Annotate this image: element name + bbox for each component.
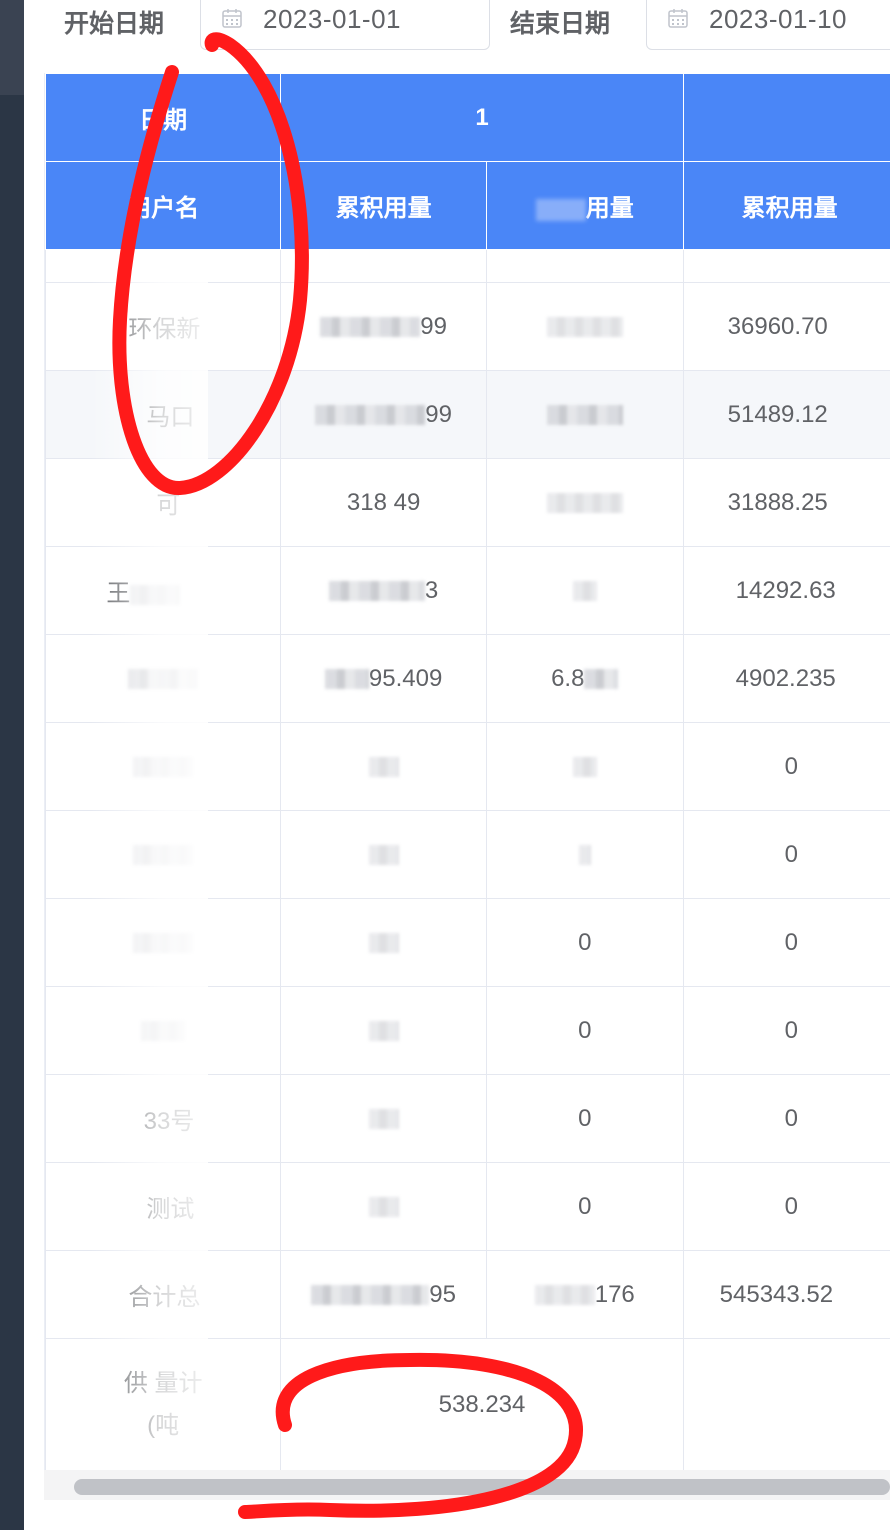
cell-cumulative-2: 31888.25: [682, 458, 890, 547]
cell-cumulative-2: 0: [682, 810, 890, 899]
cell-cumulative: 99: [280, 282, 487, 371]
date-filter-bar: 开始日期 2023-01-01 结束日期 2023-01-10: [0, 0, 890, 60]
cell-usage: 0: [485, 986, 684, 1075]
end-date-picker[interactable]: 2023-01-10: [646, 0, 890, 50]
cell-cumulative-2: 0: [682, 1162, 890, 1251]
cell-cumulative-2: 4902.235: [682, 634, 890, 723]
header-cumulative: 累积用量: [280, 161, 487, 250]
supply-empty: [682, 1338, 890, 1472]
cell-cumulative: [280, 1162, 487, 1251]
usage-table: 日期 1 用户名 累积用量 用量 累积用量 环保新 99 36960.70 马口…: [44, 73, 890, 1500]
table-row: 0 0: [45, 898, 890, 987]
cell-cumulative: [280, 1074, 487, 1163]
header-date: 日期: [45, 73, 282, 162]
end-date-value: 2023-01-10: [709, 4, 847, 34]
cell-usage: [485, 282, 684, 371]
cell-cumulative-2: 0: [682, 898, 890, 987]
user-name: [45, 898, 282, 987]
header-usage: 用量: [485, 161, 684, 250]
cell-usage: 6.8: [485, 634, 684, 723]
table-row: 0 0: [45, 986, 890, 1075]
bottom-strip: [44, 1500, 890, 1530]
header-group: 1: [280, 73, 684, 162]
spacer-cell: [45, 249, 282, 283]
table-row: 33号 0 0: [45, 1074, 890, 1163]
cell-cumulative: 3: [280, 546, 487, 635]
table-row: 测试 0 0: [45, 1162, 890, 1251]
cell-usage: [485, 546, 684, 635]
user-name: 环保新: [45, 282, 282, 371]
cell-cumulative-2: 51489.12: [682, 370, 890, 459]
start-date-picker[interactable]: 2023-01-01: [200, 0, 490, 50]
cell-cumulative: [280, 986, 487, 1075]
user-name: [45, 986, 282, 1075]
cell-cumulative-2: 0: [682, 722, 890, 811]
table-row: 0: [45, 722, 890, 811]
user-name: 33号: [45, 1074, 282, 1163]
cell-usage: [485, 722, 684, 811]
total-row: 合计总 95 176 545343.52: [45, 1250, 890, 1339]
cell-cumulative: 99: [280, 370, 487, 459]
total-usage: 176: [485, 1250, 684, 1339]
calendar-icon: [222, 9, 242, 28]
header-user: 用户名: [45, 161, 282, 250]
cell-usage: [485, 810, 684, 899]
table-row: 马口 99 51489.12: [45, 370, 890, 459]
table-row: 95.409 6.8 4902.235: [45, 634, 890, 723]
cell-cumulative: [280, 898, 487, 987]
supply-row: 供 量计 (吨 538.234: [45, 1338, 890, 1472]
table-row: 环保新 99 36960.70: [45, 282, 890, 371]
supply-label: 供 量计 (吨: [45, 1338, 282, 1472]
table-row: 可 318 49 31888.25: [45, 458, 890, 547]
table-row: 0: [45, 810, 890, 899]
user-name: [45, 810, 282, 899]
scrollbar-thumb[interactable]: [74, 1479, 890, 1495]
total-label: 合计总: [45, 1250, 282, 1339]
supply-value: 538.234: [280, 1338, 684, 1472]
cell-usage: 0: [485, 898, 684, 987]
cell-cumulative-2: 0: [682, 986, 890, 1075]
cell-usage: [485, 458, 684, 547]
user-name: [45, 722, 282, 811]
cell-cumulative: 95.409: [280, 634, 487, 723]
cell-cumulative: 318 49: [280, 458, 487, 547]
user-name: 马口: [45, 370, 282, 459]
user-name: 测试: [45, 1162, 282, 1251]
cell-cumulative: [280, 810, 487, 899]
start-date-label: 开始日期: [64, 10, 165, 38]
total-cumulative-2: 545343.52: [682, 1250, 890, 1339]
cell-cumulative-2: 36960.70: [682, 282, 890, 371]
cell-usage: 0: [485, 1074, 684, 1163]
app-sidebar: [0, 95, 24, 1530]
user-name: 可: [45, 458, 282, 547]
cell-cumulative: [280, 722, 487, 811]
header-group-next: [682, 73, 890, 162]
cell-usage: [485, 370, 684, 459]
end-date-label: 结束日期: [510, 10, 611, 38]
cell-usage: 0: [485, 1162, 684, 1251]
start-date-value: 2023-01-01: [263, 4, 401, 34]
user-name: 王: [45, 546, 282, 635]
cell-cumulative-2: 0: [682, 1074, 890, 1163]
calendar-icon: [668, 9, 688, 28]
header-cumulative-2: 累积用量: [682, 161, 890, 250]
cell-cumulative-2: 14292.63: [682, 546, 890, 635]
user-name: [45, 634, 282, 723]
total-cumulative: 95: [280, 1250, 487, 1339]
table-row: 王 3 14292.63: [45, 546, 890, 635]
